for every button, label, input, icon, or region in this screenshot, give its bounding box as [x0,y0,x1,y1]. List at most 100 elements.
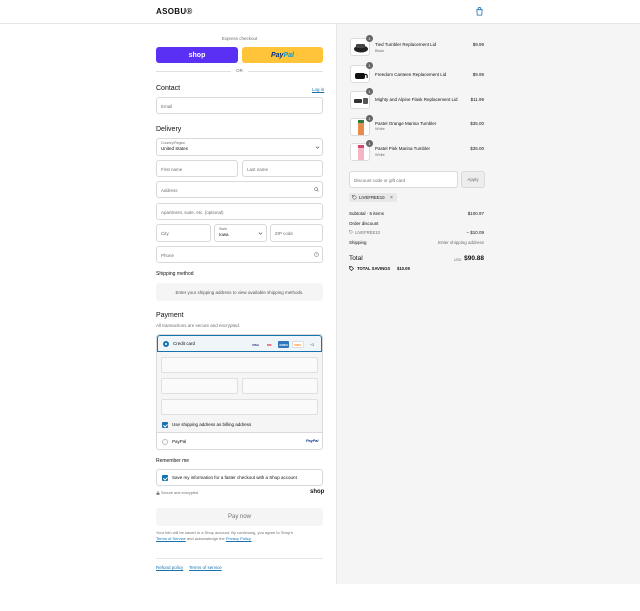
terms-of-service-link[interactable]: Terms of Service [156,536,186,541]
shop-pay-button[interactable]: shop [156,47,238,63]
address-field[interactable]: Address [156,181,323,198]
billing-address-checkbox[interactable] [162,422,168,428]
credit-card-option[interactable]: Credit card VISA MC AMEX DISC +3 [157,335,322,352]
item-variant: Black [375,49,385,53]
total-savings-value: $10.09 [397,266,410,271]
item-name: Mighty and Alpine Flask Replacement Lid [375,97,458,102]
login-link[interactable]: Log in [312,87,324,92]
remember-me-checkbox[interactable] [162,475,168,481]
paypal-pay-text: Pay [271,51,284,59]
order-summary-panel [336,24,640,584]
item-price: $35.00 [470,146,484,151]
credit-card-radio[interactable] [163,341,169,347]
refund-policy-link[interactable]: Refund policy [156,565,183,570]
delivery-heading: Delivery [156,126,182,133]
quantity-badge: 1 [366,140,373,147]
paypal-express-button[interactable]: Pay Pal [242,47,323,63]
billing-address-label: Use shipping address as billing address [172,422,252,427]
quantity-badge: 1 [366,35,373,42]
apartment-field[interactable]: Apartment, suite, etc. (optional) [156,203,323,220]
lock-icon [156,491,160,495]
savings-tag-icon [349,266,354,271]
privacy-policy-link[interactable]: Privacy Policy. [226,536,252,541]
email-placeholder: Email [161,104,173,109]
paypal-logo: PayPal [306,439,319,443]
subtotal-value: $100.97 [467,211,484,216]
footer-divider [156,558,323,559]
applied-discount-chip: LIVEFREE10 × [349,193,397,202]
contact-heading: Contact [156,85,181,92]
paypal-radio[interactable] [162,439,168,445]
brand-logo[interactable]: ASOBU® [156,7,193,16]
subtotal-label: Subtotal · 5 items [349,211,385,216]
remove-discount-icon[interactable]: × [390,195,393,201]
total-savings-label: TOTAL SAVINGS [357,266,391,271]
payment-methods: Credit card VISA MC AMEX DISC +3 Use shi… [156,334,323,450]
discount-placeholder: Discount code or gift card [354,178,406,183]
item-price: $35.00 [470,121,484,126]
remember-me-label: Save my information for a faster checkou… [172,475,297,480]
mastercard-icon: MC [267,342,272,347]
amex-icon: AMEX [278,341,289,348]
state-select[interactable]: State Iowa [214,224,267,242]
total-value: $90.88 [464,255,484,262]
zip-placeholder: ZIP code [275,231,293,236]
discover-icon: DISC [292,341,304,348]
payment-subtitle: All transactions are secure and encrypte… [156,323,241,328]
legal-text: Your info will be saved to a Shop accoun… [156,530,323,542]
item-variant: White [375,127,385,131]
expiration-field[interactable] [161,378,238,394]
first-name-placeholder: First name [161,167,183,172]
state-label: State [219,227,228,231]
terms-of-service-footer-link[interactable]: Terms of service [189,565,222,570]
discount-code-input[interactable]: Discount code or gift card [349,171,458,188]
discount-value: – $10.09 [466,230,484,235]
security-code-field[interactable] [242,378,318,394]
credit-card-form: Use shipping address as billing address [157,352,322,433]
address-placeholder: Address [161,188,178,193]
quantity-badge: 1 [366,88,373,95]
shipping-label: Shipping [349,240,367,245]
state-value: Iowa [219,232,229,237]
remember-me-option[interactable]: Save my information for a faster checkou… [156,469,323,486]
help-icon[interactable]: ? [314,252,319,257]
email-field[interactable]: Email [156,97,323,114]
phone-placeholder: Phone [161,253,175,258]
order-discount-label: Order discount [349,221,379,226]
paypal-option-label[interactable]: PayPal [172,439,186,444]
header: ASOBU® [0,0,640,24]
legal-line1: Your info will be saved to a Shop accoun… [156,530,293,535]
currency-code: USD [454,258,462,262]
shopping-bag-icon[interactable] [475,7,484,16]
item-variant: White [375,153,385,157]
name-on-card-field[interactable] [161,399,318,415]
credit-card-label: Credit card [173,341,196,346]
apply-discount-button[interactable]: Apply [461,171,485,188]
shipping-method-heading: Shipping method [156,271,194,277]
tag-icon [352,195,357,200]
city-placeholder: City [161,231,169,236]
zip-field[interactable]: ZIP code [270,224,323,242]
phone-field[interactable]: Phone ? [156,246,323,263]
chevron-down-icon [258,232,263,235]
pay-now-button[interactable]: Pay now [156,508,323,526]
card-number-field[interactable] [161,357,318,373]
first-name-field[interactable]: First name [156,160,238,177]
item-name: Pastel Pink Marina Tumbler [375,146,431,151]
item-name: Tied Tumbler Replacement Lid [375,42,437,47]
remember-me-heading: Remember me [156,458,190,464]
more-cards-badge: +3 [310,342,314,347]
quantity-badge: 1 [366,62,373,69]
apartment-placeholder: Apartment, suite, etc. (optional) [161,210,224,215]
search-icon [314,187,319,192]
legal-ack: and acknowledge the [186,536,225,541]
shipping-value: Enter shipping address [437,240,484,245]
item-name: Pastel Orange Marina Tumbler [375,121,437,126]
country-select[interactable]: Country/Region United States [156,138,323,156]
item-price: $9.99 [472,72,484,77]
express-checkout-label: Express checkout [221,36,258,41]
secure-label: Secure and encrypted [161,491,199,495]
last-name-field[interactable]: Last name [242,160,323,177]
chevron-down-icon [315,146,320,149]
city-field[interactable]: City [156,224,211,242]
